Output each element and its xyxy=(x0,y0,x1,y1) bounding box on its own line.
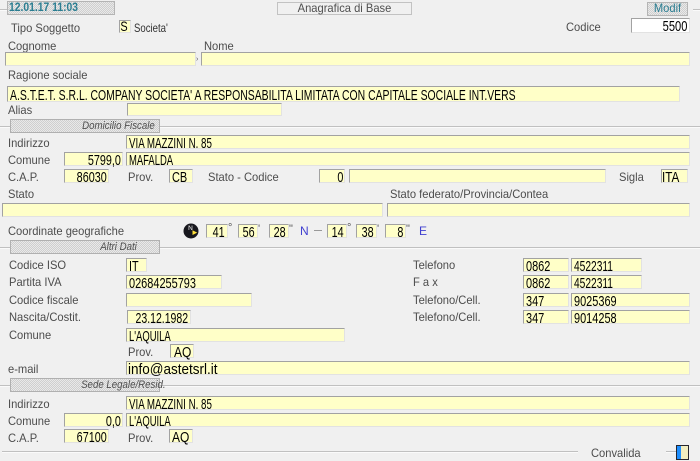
svg-text:N: N xyxy=(188,225,193,232)
